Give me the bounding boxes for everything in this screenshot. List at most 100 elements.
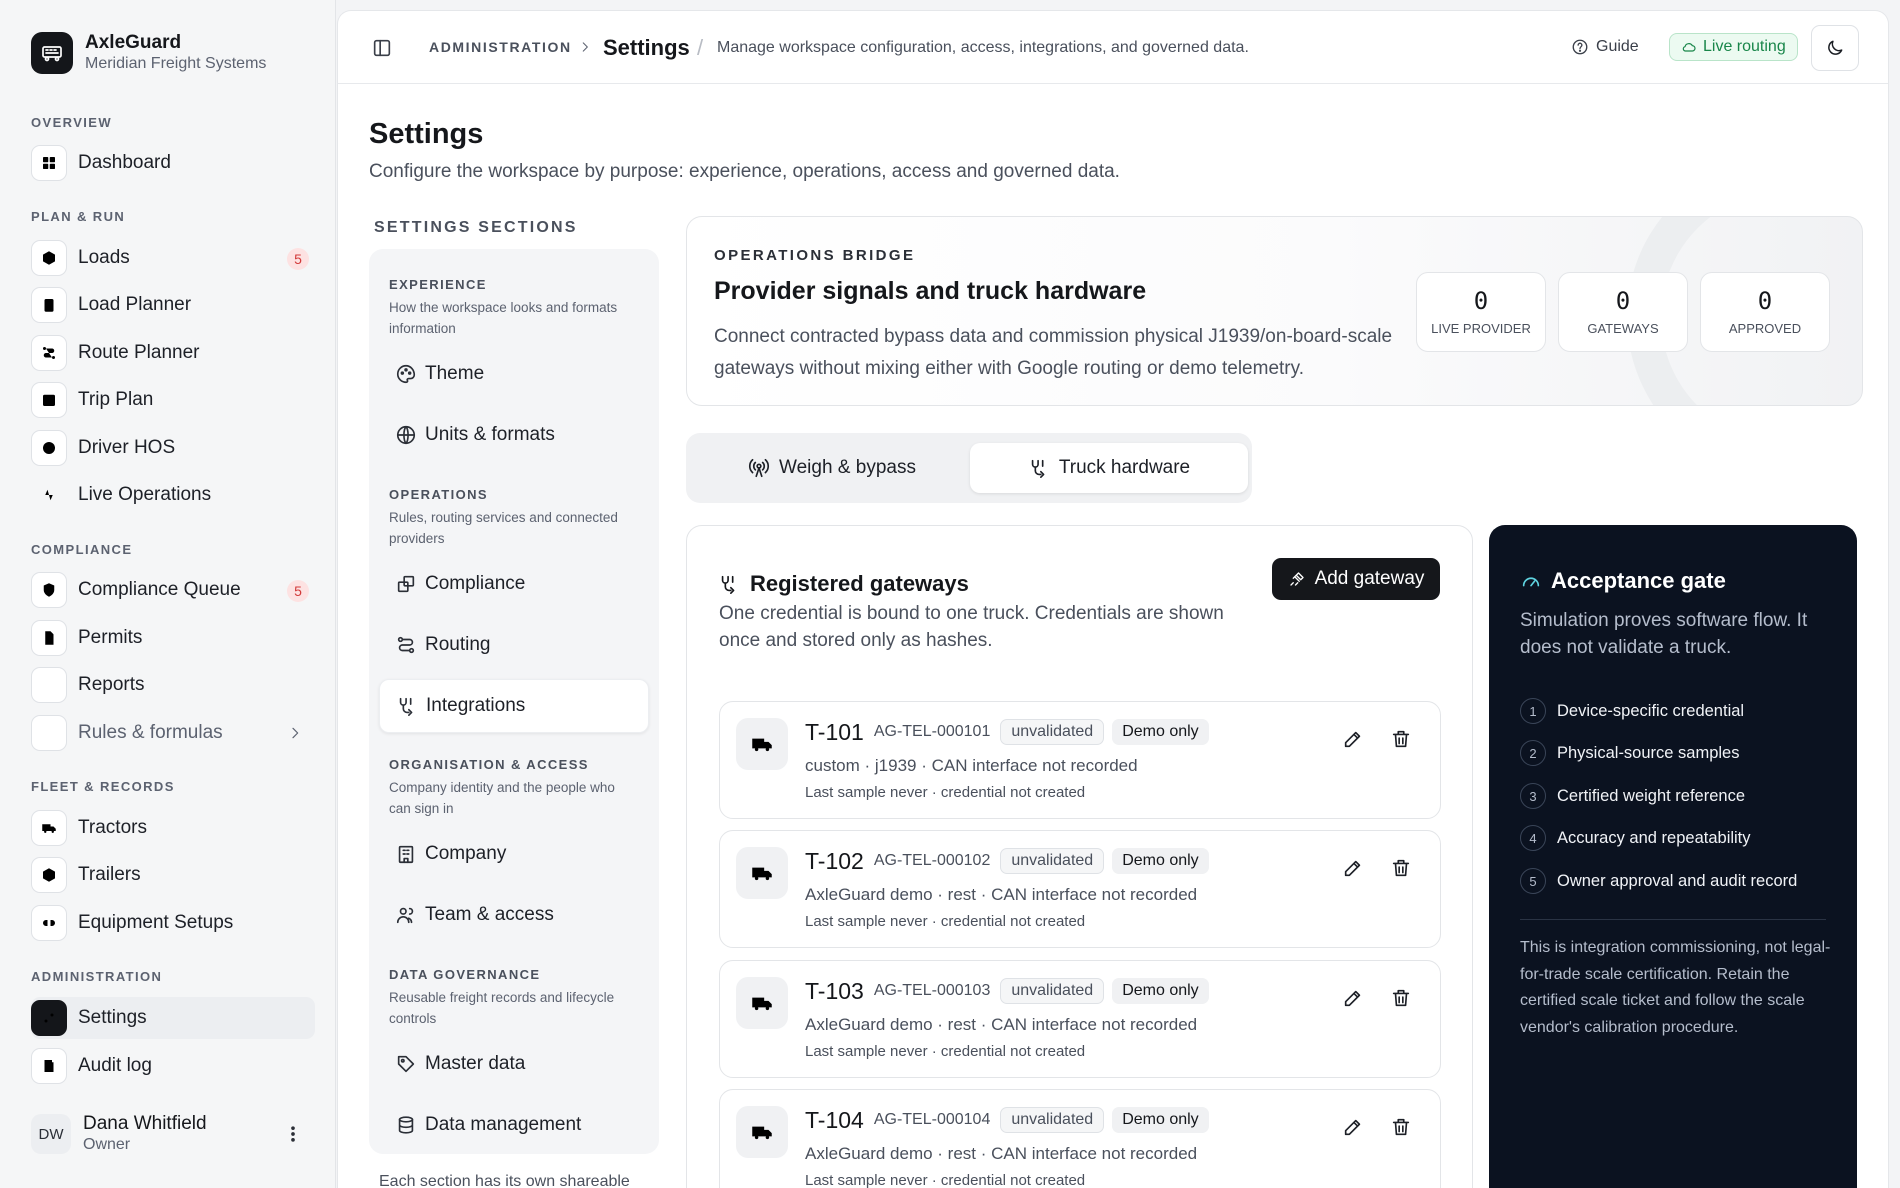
topbar: ADMINISTRATION Settings / Manage workspa… [338,11,1888,84]
section-item-label: Company [425,843,507,864]
integrations-icon [718,573,740,595]
breadcrumb-separator: / [697,35,704,60]
stat-approved: 0 APPROVED [1700,272,1830,352]
edit-icon[interactable] [1342,857,1364,879]
section-item-integrations[interactable]: Integrations [379,679,649,733]
edit-icon[interactable] [1342,728,1364,750]
tab-weigh-bypass[interactable]: Weigh & bypass [696,443,968,493]
stat-label: GATEWAYS [1587,321,1659,336]
chevron-right-icon[interactable] [287,725,303,741]
section-item-company[interactable]: Company [379,827,649,881]
nav-item-settings[interactable]: Settings [31,997,315,1039]
trash-icon[interactable] [1390,728,1412,750]
stat-value: 0 [1473,287,1489,315]
page-title: Settings [369,118,484,150]
nav-item-compliance-queue[interactable]: Compliance Queue 5 [31,569,315,611]
nav-item-audit-log[interactable]: Audit log [31,1045,315,1087]
user-role: Owner [83,1136,131,1153]
nav-item-permits[interactable]: Permits [31,617,315,659]
trash-icon[interactable] [1390,1116,1412,1138]
gateways-description: One credential is bound to one truck. Cr… [719,603,1224,651]
theme-toggle-button[interactable] [1811,25,1859,71]
breadcrumb[interactable]: ADMINISTRATION [429,39,572,55]
section-item-master-data[interactable]: Master data [379,1037,649,1091]
brand-name: AxleGuard [85,32,182,53]
gate-title: Acceptance gate [1520,568,1726,594]
sidebar-toggle-icon[interactable] [371,37,393,59]
step-label: Owner approval and audit record [1557,871,1798,890]
nav-item-route-planner[interactable]: Route Planner [31,332,315,374]
guide-button[interactable]: Guide [1571,38,1639,56]
edit-icon[interactable] [1342,1116,1364,1138]
nav-item-label: Dashboard [78,152,171,173]
nav-item-label: Route Planner [78,342,200,363]
trash-icon[interactable] [1390,987,1412,1009]
nav-item-rules-formulas[interactable]: Rules & formulas [31,712,315,754]
nav-item-trip-plan[interactable]: Trip Plan [31,379,315,421]
nav-item-label: Tractors [78,817,147,838]
add-gateway-button[interactable]: Add gateway [1272,558,1440,600]
trash-icon[interactable] [1390,857,1412,879]
live-routing-badge: Live routing [1669,33,1798,61]
nav-item-reports[interactable]: Reports [31,664,315,706]
more-vertical-icon[interactable] [283,1124,303,1144]
main-content: ADMINISTRATION Settings / Manage workspa… [337,10,1889,1188]
section-item-team-access[interactable]: Team & access [379,888,649,942]
nav-group-compliance: COMPLIANCE [31,542,133,557]
nav-item-tractors[interactable]: Tractors [31,807,315,849]
section-item-data-management[interactable]: Data management [379,1098,649,1152]
nav-item-trailers[interactable]: Trailers [31,854,315,896]
nav-item-label: Equipment Setups [78,912,234,933]
step-label: Device-specific credential [1557,701,1745,720]
page-description: Manage workspace configuration, access, … [717,39,1249,56]
bridge-title: Provider signals and truck hardware [714,277,1147,305]
nav-item-equipment-setups[interactable]: Equipment Setups [31,902,315,944]
clipboard-icon [31,287,67,323]
truck-icon [736,718,788,770]
gauge-icon [1520,570,1542,592]
stat-label: APPROVED [1728,321,1802,336]
nav-item-load-planner[interactable]: Load Planner [31,284,315,326]
gateway-code: AG-TEL-000102 [873,852,991,869]
nav-item-driver-hos[interactable]: Driver HOS [31,427,315,469]
nav-item-live-operations[interactable]: Live Operations [31,474,315,516]
truck-icon [736,847,788,899]
nav-item-dashboard[interactable]: Dashboard [31,142,315,184]
gate-title-label: Acceptance gate [1551,568,1726,593]
step-label: Physical-source samples [1557,743,1740,762]
nav-group-administration: ADMINISTRATION [31,969,163,984]
user-profile[interactable]: DW Dana Whitfield Owner [31,1106,315,1162]
building-icon [395,843,417,865]
gateway-row: T-104 AG-TEL-000104 unvalidated Demo onl… [719,1089,1441,1188]
gateway-last-sample: Last sample never · credential not creat… [805,913,1086,930]
edit-icon[interactable] [1342,987,1364,1009]
shield-icon [31,572,67,608]
clock-icon [31,430,67,466]
chart-icon [31,667,67,703]
page-title-crumb: Settings [603,35,690,60]
step-number: 4 [1520,825,1546,851]
section-group-desc: Company identity and the people who can … [389,780,615,816]
nav-item-loads[interactable]: Loads 5 [31,237,315,279]
dashboard-icon [31,145,67,181]
brand[interactable]: AxleGuard Meridian Freight Systems [31,32,266,74]
acceptance-gate-card: Acceptance gate Simulation proves softwa… [1489,525,1857,1188]
step-label: Accuracy and repeatability [1557,828,1751,847]
section-group-title: EXPERIENCE [389,277,487,292]
section-item-compliance[interactable]: Compliance [379,557,649,611]
section-item-routing[interactable]: Routing [379,618,649,672]
step-label: Certified weight reference [1557,786,1746,805]
truck-icon [31,810,67,846]
sliders-icon [31,1000,67,1036]
section-item-label: Routing [425,634,491,655]
nav-item-label: Trip Plan [78,389,154,410]
gateway-unit: T-104 [805,1106,864,1133]
section-item-units-formats[interactable]: Units & formats [379,408,649,462]
step-number: 2 [1520,740,1546,766]
tab-label: Weigh & bypass [779,457,916,478]
nav-group-overview: OVERVIEW [31,115,113,130]
tab-truck-hardware[interactable]: Truck hardware [970,443,1248,493]
moon-icon [1825,38,1845,58]
compliance-icon [395,573,417,595]
section-item-theme[interactable]: Theme [379,347,649,401]
